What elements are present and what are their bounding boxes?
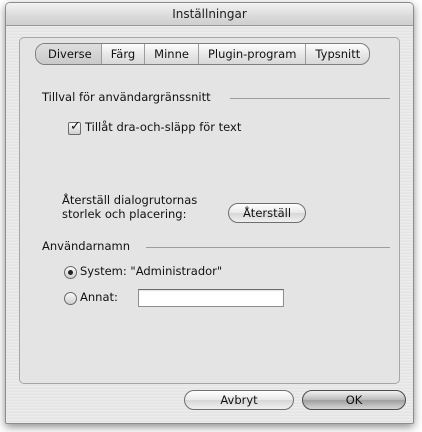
window-title: Inställningar [6,3,413,26]
username-separator [146,247,390,248]
tab-minne[interactable]: Minne [144,44,198,64]
ok-button[interactable]: OK [302,390,406,410]
reset-label-line1: Återställ dialogrutornas [62,193,198,207]
username-group-label: Användarnamn [42,239,130,253]
tab-typsnitt[interactable]: Typsnitt [305,44,369,64]
reset-button[interactable]: Återställ [228,203,306,223]
ui-options-group-label: Tillval för användargränssnitt [42,90,211,104]
drag-drop-checkbox[interactable]: ✓ [68,119,81,135]
tab-bar: Diverse Färg Minne Plugin-program Typsni… [35,43,371,65]
tab-plugin-program[interactable]: Plugin-program [197,44,305,64]
ui-options-separator [230,98,390,99]
tab-diverse[interactable]: Diverse [36,44,101,64]
preferences-window: Inställningar Diverse Färg Minne Plugin-… [5,2,414,424]
reset-label-line2: storlek och placering: [62,207,187,221]
tab-farg[interactable]: Färg [100,44,144,64]
radio-selected-dot [68,270,73,275]
checkmark-icon: ✓ [70,119,81,134]
system-radio[interactable] [64,266,77,279]
system-label: System: "Administrador" [80,264,223,278]
other-radio[interactable] [64,292,77,305]
drag-drop-label: Tillåt dra-och-släpp för text [85,120,242,134]
other-label: Annat: [80,290,118,304]
other-name-field[interactable] [138,289,284,307]
cancel-button[interactable]: Avbryt [184,390,294,410]
